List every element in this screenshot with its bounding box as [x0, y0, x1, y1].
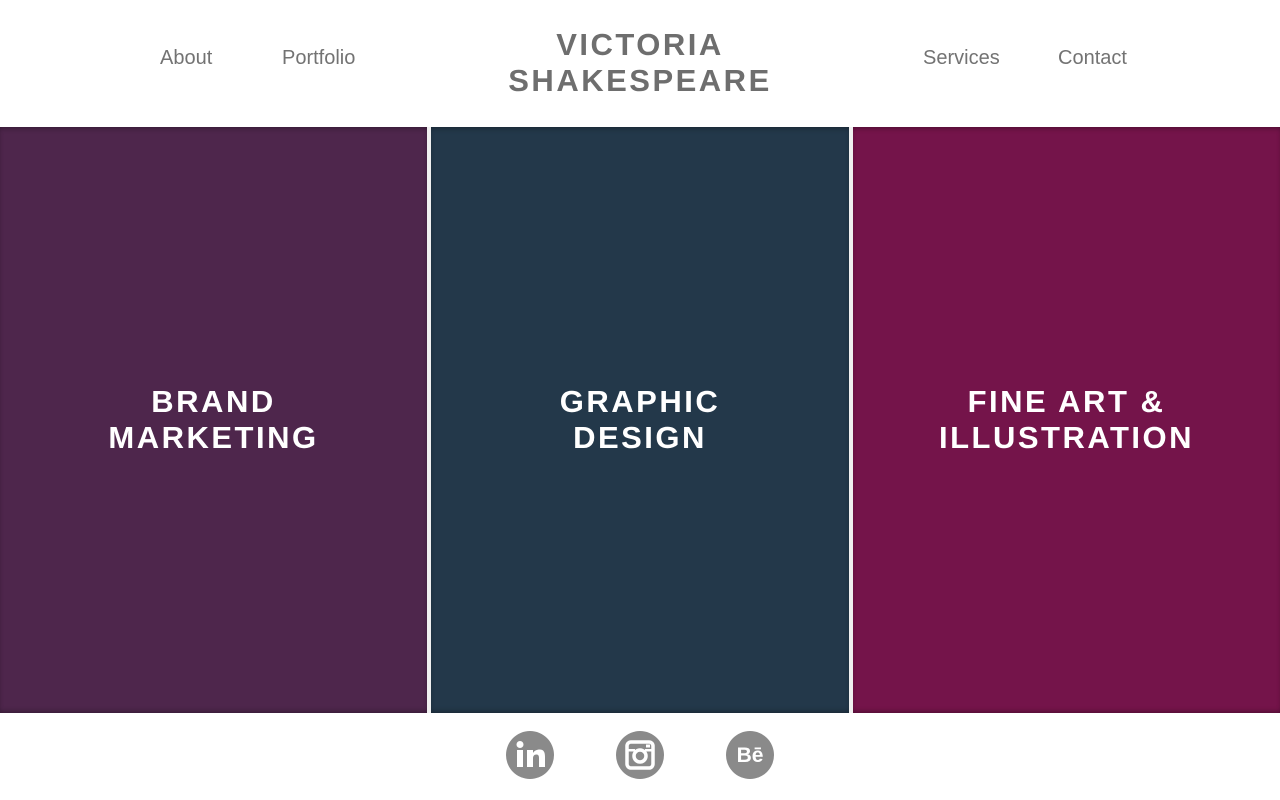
logo-line-1: VICTORIA — [556, 27, 724, 62]
nav-link-contact[interactable]: Contact — [1058, 46, 1127, 70]
panel-label-brand-marketing: BRAND MARKETING — [108, 384, 318, 456]
panel-fine-art-illustration[interactable]: FINE ART & ILLUSTRATION — [853, 127, 1280, 713]
site-logo[interactable]: VICTORIA SHAKESPEARE — [490, 27, 790, 99]
panel-brand-marketing[interactable]: BRAND MARKETING — [0, 127, 427, 713]
site-footer: Bē — [0, 713, 1280, 800]
nav-link-services[interactable]: Services — [923, 46, 1000, 70]
linkedin-icon[interactable] — [506, 731, 554, 779]
service-panels: BRAND MARKETING GRAPHIC DESIGN FINE ART … — [0, 127, 1280, 713]
panel-graphic-design[interactable]: GRAPHIC DESIGN — [431, 127, 849, 713]
site-header: About Portfolio VICTORIA SHAKESPEARE Ser… — [0, 0, 1280, 127]
nav-link-portfolio[interactable]: Portfolio — [282, 46, 355, 70]
panel-label-line: FINE ART & — [967, 384, 1166, 419]
logo-line-2: SHAKESPEARE — [508, 63, 772, 98]
panel-label-line: MARKETING — [108, 420, 319, 455]
panel-label-fine-art-illustration: FINE ART & ILLUSTRATION — [939, 384, 1194, 456]
panel-label-line: ILLUSTRATION — [938, 420, 1194, 455]
panel-label-line: DESIGN — [573, 420, 707, 455]
behance-icon[interactable]: Bē — [726, 731, 774, 779]
svg-text:Bē: Bē — [737, 744, 764, 767]
instagram-icon[interactable] — [616, 731, 664, 779]
nav-link-about[interactable]: About — [160, 46, 212, 70]
panel-label-graphic-design: GRAPHIC DESIGN — [560, 384, 720, 456]
panel-label-line: GRAPHIC — [559, 384, 721, 419]
panel-label-line: BRAND — [151, 384, 276, 419]
